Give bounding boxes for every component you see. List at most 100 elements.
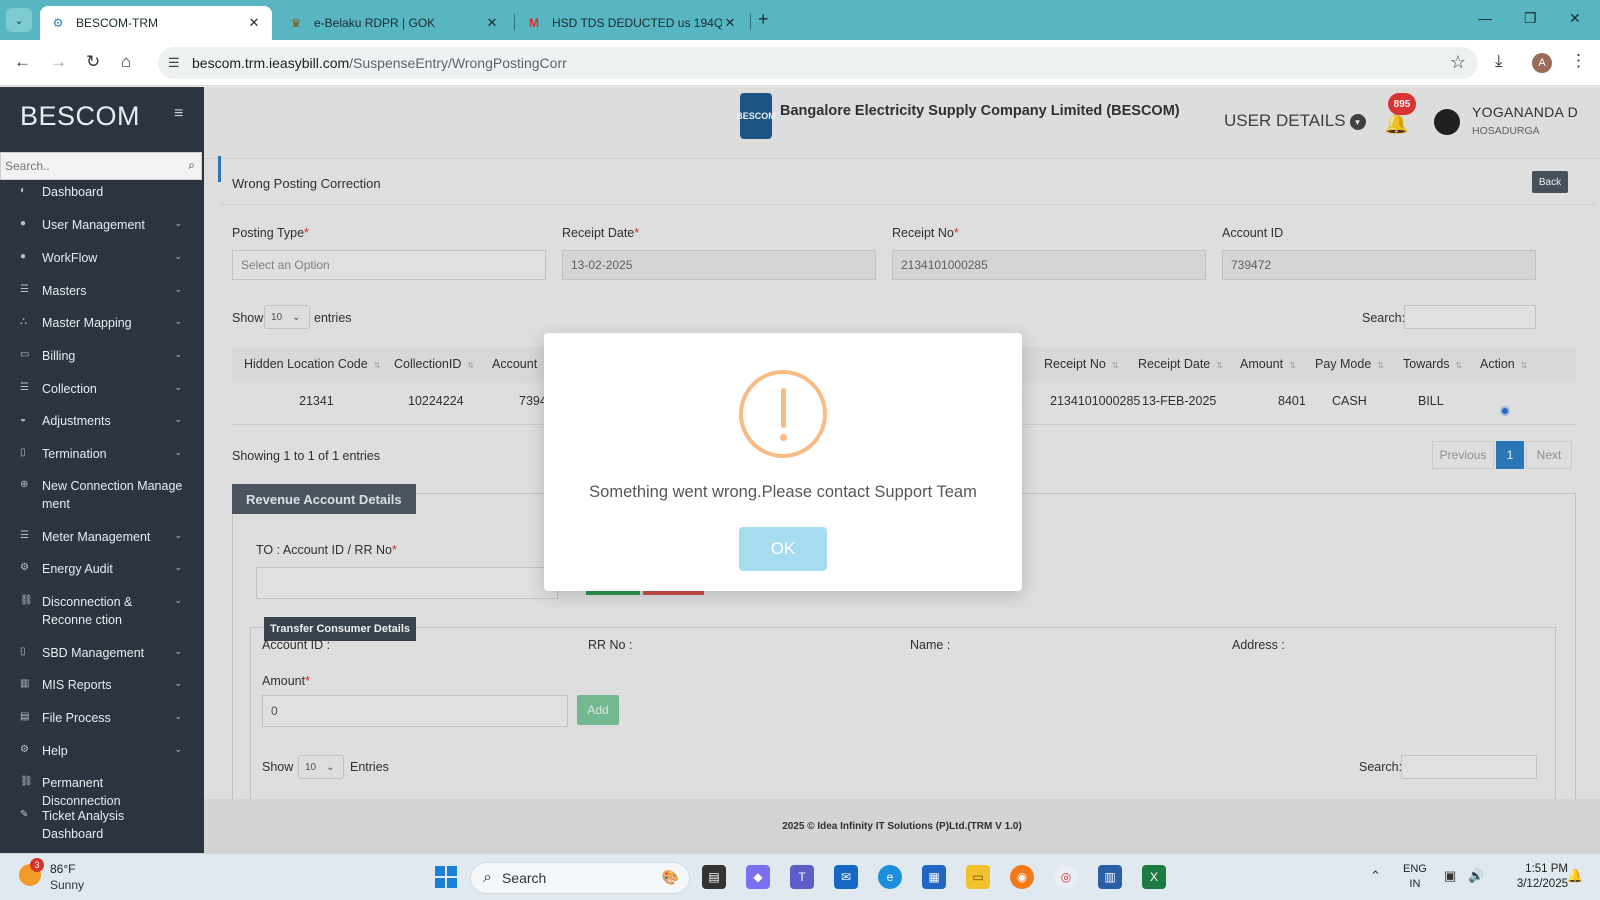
mail-app-icon[interactable]: ✉ <box>834 865 858 889</box>
search-icon: ⌕ <box>483 869 492 886</box>
windows-taskbar: 3 86°F Sunny ⌕ Search 🎨 ▤ ◆ T ✉ e ▦ ▭ ◉ … <box>0 853 1600 900</box>
sidebar-search-input[interactable] <box>5 159 175 173</box>
windows-start-icon[interactable] <box>435 866 457 888</box>
tab-title: BESCOM-TRM <box>76 16 158 30</box>
sidebar-item-label: Masters <box>42 284 87 298</box>
teams-app-icon[interactable]: T <box>790 865 814 889</box>
system-clock[interactable]: 1:51 PM 3/12/2025 <box>1508 862 1568 892</box>
url-path: /SuspenseEntry/WrongPostingCorr <box>349 55 567 71</box>
sitemap-icon: ⛬ <box>20 316 27 327</box>
sidebar-item-meter-management[interactable]: ☰ Meter Management ⌄ <box>0 528 204 546</box>
hamburger-menu-icon[interactable]: ≡ <box>174 105 183 123</box>
chevron-down-icon: ⌄ <box>174 218 182 228</box>
tab-separator <box>514 14 515 30</box>
sidebar-item-new-connection-manage-ment[interactable]: ⊕ New Connection Manage ment ⌄ <box>0 477 204 513</box>
sidebar-item-label: WorkFlow <box>42 251 98 265</box>
volume-icon[interactable]: 🔊 <box>1468 868 1484 884</box>
chevron-down-icon: ⌄ <box>174 595 182 605</box>
sidebar-item-label: Collection <box>42 382 97 396</box>
sidebar-item-label: Meter Management <box>42 530 151 544</box>
address-bar[interactable]: ☰ bescom.trm.ieasybill.com/SuspenseEntry… <box>158 47 1478 79</box>
calculator-app-icon[interactable]: ▥ <box>1098 865 1122 889</box>
tab-separator <box>750 14 751 30</box>
chevron-down-icon: ⌄ <box>174 646 182 656</box>
tab-search-button[interactable]: ⌄ <box>6 8 32 32</box>
file-viewer-app-icon[interactable]: ▤ <box>702 865 726 889</box>
search-icon[interactable]: ⌕ <box>188 158 195 173</box>
chevron-down-icon: ⌄ <box>174 447 182 457</box>
chevron-down-icon: ⌄ <box>174 711 182 721</box>
sidebar-item-help[interactable]: ⚙ Help ⌄ <box>0 742 204 760</box>
sidebar-item-label: File Process <box>42 711 111 725</box>
file-explorer-icon[interactable]: ▭ <box>966 865 990 889</box>
tab-e-belaku[interactable]: ♛ e-Belaku RDPR | GOK ✕ <box>278 6 510 40</box>
ok-button[interactable]: OK <box>739 527 827 571</box>
url-host: bescom.trm.ieasybill.com <box>192 55 350 71</box>
sidebar-item-label: Help <box>42 744 68 758</box>
trash-icon: ▯ <box>20 447 26 458</box>
weather-badge: 3 <box>30 858 44 872</box>
edge-app-icon[interactable]: e <box>878 865 902 889</box>
sidebar-item-user-management[interactable]: ● User Management ⌄ <box>0 216 204 234</box>
sidebar-item-master-mapping[interactable]: ⛬ Master Mapping ⌄ <box>0 314 204 332</box>
reload-icon[interactable]: ↻ <box>86 52 100 72</box>
sidebar-item-label: Termination <box>42 447 107 461</box>
home-icon[interactable]: ⌂ <box>121 52 131 72</box>
sidebar-item-collection[interactable]: ☰ Collection ⌄ <box>0 380 204 398</box>
close-window-icon[interactable]: ✕ <box>1569 10 1581 27</box>
notification-bell-icon[interactable]: 🔔 <box>1567 868 1583 884</box>
minimize-icon[interactable]: — <box>1478 10 1492 26</box>
taskbar-search[interactable]: ⌕ Search 🎨 <box>470 862 690 894</box>
sidebar-item-label: Ticket Analysis Dashboard <box>42 809 125 841</box>
chevron-down-icon: ⌄ <box>174 744 182 754</box>
sidebar-item-file-process[interactable]: ▤ File Process ⌄ <box>0 709 204 727</box>
sidebar-brand[interactable]: BESCOM <box>20 101 140 132</box>
list-icon: ☰ <box>20 284 29 295</box>
sidebar-item-disconnection-reconne-ction[interactable]: ⛓ Disconnection & Reconne ction ⌄ <box>0 593 204 629</box>
pencil-icon: ✎ <box>20 809 29 820</box>
link-icon: ⛓ <box>20 595 33 606</box>
language-indicator[interactable]: ENG IN <box>1403 862 1427 892</box>
store-app-icon[interactable]: ▦ <box>922 865 946 889</box>
tab-close-icon[interactable]: ✕ <box>246 15 262 31</box>
chevron-down-icon: ⌄ <box>174 316 182 326</box>
sidebar-item-mis-reports[interactable]: ▥ MIS Reports ⌄ <box>0 676 204 694</box>
chevron-up-icon[interactable]: ⌃ <box>1370 868 1381 884</box>
sidebar-item-masters[interactable]: ☰ Masters ⌄ <box>0 282 204 300</box>
site-info-icon[interactable]: ☰ <box>168 55 180 71</box>
sidebar-item-sbd-management[interactable]: ▯ SBD Management ⌄ <box>0 644 204 662</box>
gmail-icon: M <box>529 16 539 30</box>
dialog-message: Something went wrong.Please contact Supp… <box>589 483 977 501</box>
sidebar-item-termination[interactable]: ▯ Termination ⌄ <box>0 445 204 463</box>
browser-toolbar: ← → ↻ ⌂ ☰ bescom.trm.ieasybill.com/Suspe… <box>0 40 1600 86</box>
restore-icon[interactable]: ❐ <box>1524 10 1537 27</box>
sidebar-item-permanent-disconnection[interactable]: ⛓ Permanent Disconnection <box>0 774 204 810</box>
firefox-app-icon[interactable]: ◉ <box>1010 865 1034 889</box>
tab-close-icon[interactable]: ✕ <box>484 15 500 31</box>
chrome-app-icon[interactable]: ◎ <box>1054 865 1078 889</box>
error-dialog: Something went wrong.Please contact Supp… <box>544 333 1022 591</box>
tab-gmail[interactable]: M HSD TDS DEDUCTED us 194Q(4 ✕ <box>516 6 748 40</box>
download-icon[interactable]: ⤓ <box>1495 51 1503 71</box>
tab-close-icon[interactable]: ✕ <box>722 15 738 31</box>
new-tab-plus-icon[interactable]: + <box>758 9 769 30</box>
sidebar-item-workflow[interactable]: ● WorkFlow ⌄ <box>0 249 204 267</box>
sidebar-item-ticket-analysis-dashboard[interactable]: ✎ Ticket Analysis Dashboard <box>0 807 204 843</box>
sidebar-item-adjustments[interactable]: ◒ Adjustments ⌄ <box>0 412 204 430</box>
excel-app-icon[interactable]: X <box>1142 865 1166 889</box>
profile-avatar[interactable]: A <box>1532 53 1552 73</box>
copilot-app-icon[interactable]: ◆ <box>746 865 770 889</box>
network-icon[interactable]: ▣ <box>1444 868 1456 884</box>
bookmark-star-icon[interactable]: ☆ <box>1450 52 1466 73</box>
sidebar-item-billing[interactable]: ▭ Billing ⌄ <box>0 347 204 365</box>
browser-menu-icon[interactable]: ⋮ <box>1570 51 1587 71</box>
back-arrow-icon[interactable]: ← <box>14 52 31 72</box>
list-icon: ☰ <box>20 382 29 393</box>
warning-exclamation-icon <box>739 370 827 458</box>
sidebar-item-energy-audit[interactable]: ⚙ Energy Audit ⌄ <box>0 560 204 578</box>
chevron-down-icon: ⌄ <box>174 382 182 392</box>
forward-arrow-icon[interactable]: → <box>50 52 67 72</box>
sidebar-item-dashboard[interactable]: ◐ Dashboard <box>0 183 204 201</box>
tab-bescom-trm[interactable]: ⚙ BESCOM-TRM ✕ <box>40 6 272 40</box>
sidebar-item-label: Billing <box>42 349 76 363</box>
